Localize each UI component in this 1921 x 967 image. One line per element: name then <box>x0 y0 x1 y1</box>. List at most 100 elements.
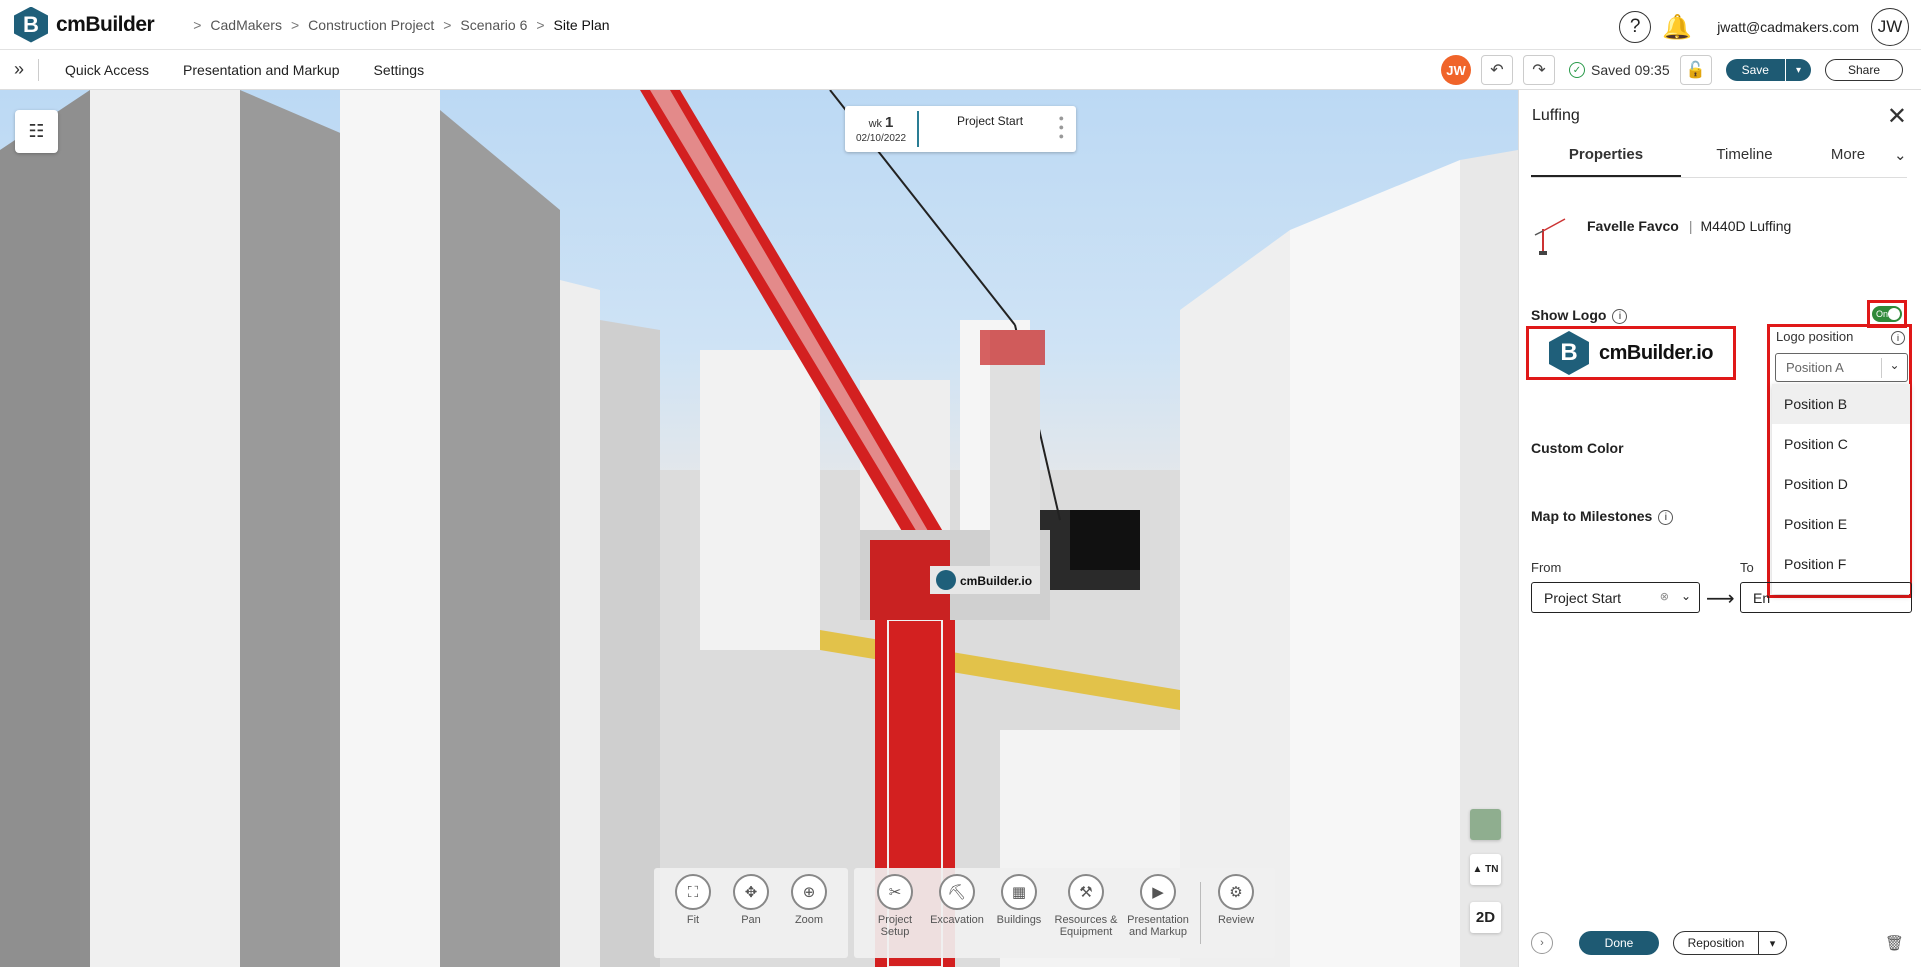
menu-presentation-markup[interactable]: Presentation and Markup <box>183 62 339 78</box>
custom-color-label: Custom Color <box>1531 440 1624 456</box>
reposition-button-group: Reposition ▾ <box>1673 931 1787 955</box>
toolbar-divider <box>38 58 40 81</box>
option-position-b[interactable]: Position B <box>1772 384 1910 424</box>
show-logo-toggle[interactable]: On <box>1872 306 1902 322</box>
logo-preview-icon: B <box>1548 331 1589 375</box>
logo-preview-text: cmBuilder.io <box>1598 341 1714 364</box>
panel-footer: › Done Reposition ▾ 🗑 <box>1519 924 1921 964</box>
resources-equipment-button[interactable]: ⚒ Resources & Equipment <box>1050 874 1122 952</box>
scene-illustration: cmBuilder.io <box>0 90 1518 967</box>
zoom-label: Zoom <box>794 914 824 926</box>
week-indicator: wk 1 02/10/2022 <box>845 111 919 147</box>
toolbar-actions: JW ↶ ↷ ✓ Saved 09:35 🔓 Save ▾ Share <box>1440 55 1903 85</box>
breadcrumb-item[interactable]: CadMakers <box>210 17 282 33</box>
breadcrumb-item[interactable]: Scenario 6 <box>460 17 527 33</box>
zoom-button[interactable]: ⊕ Zoom <box>780 874 838 952</box>
menu-settings[interactable]: Settings <box>373 62 424 78</box>
option-position-d[interactable]: Position D <box>1772 464 1910 504</box>
logo-position-label: Logo position <box>1776 329 1854 344</box>
presentation-markup-button[interactable]: ▶ Presentation and Markup <box>1122 874 1194 952</box>
reposition-button[interactable]: Reposition <box>1673 931 1759 955</box>
check-icon: ✓ <box>1568 62 1585 78</box>
logo-preview: B cmBuilder.io <box>1526 326 1736 380</box>
week-number: wk 1 <box>868 114 894 131</box>
menu-quick-access[interactable]: Quick Access <box>65 62 149 78</box>
option-position-f[interactable]: Position F <box>1772 544 1910 584</box>
excavation-button[interactable]: ⛏ Excavation <box>926 874 988 952</box>
save-status-text: Saved 09:35 <box>1590 62 1670 78</box>
bottom-navigation: ⛶ Fit ✥ Pan ⊕ Zoom ✂ Project Setup ⛏ Exc… <box>654 868 1281 958</box>
option-position-e[interactable]: Position E <box>1772 504 1910 544</box>
view-2d-button[interactable]: 2D <box>1470 902 1501 933</box>
presentation-markup-icon: ▶ <box>1140 874 1176 910</box>
redo-icon[interactable]: ↷ <box>1522 55 1555 85</box>
more-vertical-icon[interactable]: ● ● ● <box>1059 114 1064 141</box>
undo-icon[interactable]: ↶ <box>1480 55 1513 85</box>
app-logo-icon: B <box>14 6 48 43</box>
save-button[interactable]: Save <box>1725 59 1785 81</box>
excavation-label: Excavation <box>930 914 984 926</box>
scene-tree-icon[interactable]: ☷ <box>15 110 58 153</box>
top-header: B cmBuilder > CadMakers > Construction P… <box>0 0 1921 50</box>
tab-timeline[interactable]: Timeline <box>1681 146 1808 177</box>
3d-viewport[interactable]: cmBuilder.io ☷ wk 1 02/10/2022 Project St… <box>0 90 1518 967</box>
share-button[interactable]: Share <box>1824 59 1903 81</box>
trash-icon[interactable]: 🗑 <box>1885 934 1904 952</box>
fit-button[interactable]: ⛶ Fit <box>664 874 722 952</box>
buildings-icon: ▦ <box>1001 874 1037 910</box>
to-milestone-select[interactable]: En <box>1740 582 1912 613</box>
expand-sidebar-icon[interactable]: » <box>14 59 24 80</box>
review-button[interactable]: ⚙ Review <box>1207 874 1265 952</box>
chevron-right-icon[interactable]: › <box>1531 932 1553 954</box>
done-button[interactable]: Done <box>1579 931 1659 955</box>
clear-icon[interactable]: ⊗ <box>1660 590 1669 603</box>
user-email[interactable]: jwatt@cadmakers.com <box>1717 19 1859 35</box>
tab-more[interactable]: More <box>1808 146 1888 177</box>
app-logo[interactable]: B cmBuilder <box>14 6 155 43</box>
lock-icon[interactable]: 🔓 <box>1679 55 1712 85</box>
logo-position-options: Position B Position C Position D Positio… <box>1772 384 1910 594</box>
app-name: cmBuilder <box>56 12 155 36</box>
from-milestone-select[interactable]: Project Start ⊗ ⌄ <box>1531 582 1700 613</box>
info-icon[interactable]: i <box>1612 308 1628 324</box>
excavation-icon: ⛏ <box>939 874 975 910</box>
reposition-dropdown-icon[interactable]: ▾ <box>1759 931 1787 955</box>
option-position-c[interactable]: Position C <box>1772 424 1910 464</box>
panel-tabs: Properties Timeline More ⌄ <box>1531 146 1907 178</box>
nav-divider <box>1200 882 1201 944</box>
pan-icon: ✥ <box>733 874 769 910</box>
info-icon[interactable]: i <box>1891 331 1905 345</box>
header-actions: ? 🔔 jwatt@cadmakers.com JW <box>1609 8 1909 46</box>
chevron-down-icon[interactable]: ⌄ <box>1894 146 1907 177</box>
map-milestones-label: Map to Milestones i <box>1531 508 1674 525</box>
collaborator-avatar[interactable]: JW <box>1440 55 1471 85</box>
chevron-down-icon: ⌄ <box>1680 589 1691 603</box>
from-label: From <box>1531 560 1562 575</box>
save-dropdown-icon[interactable]: ▾ <box>1784 59 1811 81</box>
tab-properties[interactable]: Properties <box>1531 146 1681 177</box>
project-setup-label: Project Setup <box>877 914 913 938</box>
breadcrumb-item[interactable]: Construction Project <box>308 17 434 33</box>
project-setup-button[interactable]: ✂ Project Setup <box>864 874 926 952</box>
pan-button[interactable]: ✥ Pan <box>722 874 780 952</box>
save-status: ✓ Saved 09:35 <box>1568 62 1670 78</box>
week-date: 02/10/2022 <box>855 133 907 144</box>
logo-position-select[interactable]: Position A ⌄ <box>1775 353 1908 382</box>
breadcrumb-separator: > <box>193 16 202 33</box>
view-controls: ⛶ Fit ✥ Pan ⊕ Zoom <box>654 868 848 958</box>
bell-icon[interactable]: 🔔 <box>1661 11 1693 43</box>
satellite-toggle-icon[interactable] <box>1470 809 1501 840</box>
help-icon[interactable]: ? <box>1619 11 1652 43</box>
properties-panel: Luffing ✕ Properties Timeline More ⌄ Fav… <box>1518 90 1921 967</box>
presentation-markup-label: Presentation and Markup <box>1127 914 1189 938</box>
buildings-button[interactable]: ▦ Buildings <box>988 874 1050 952</box>
arrow-right-icon: ⟶ <box>1706 588 1735 610</box>
close-icon[interactable]: ✕ <box>1887 102 1907 131</box>
main-toolbar: » Quick Access Presentation and Markup S… <box>0 50 1921 90</box>
milestone-title: Project Start <box>957 114 1024 128</box>
user-avatar[interactable]: JW <box>1871 8 1909 46</box>
info-icon[interactable]: i <box>1658 509 1674 525</box>
compass-north-icon[interactable]: ▲ TN <box>1470 854 1501 885</box>
resources-equipment-icon: ⚒ <box>1068 874 1104 910</box>
milestone-card[interactable]: wk 1 02/10/2022 Project Start ● ● ● <box>845 106 1076 152</box>
